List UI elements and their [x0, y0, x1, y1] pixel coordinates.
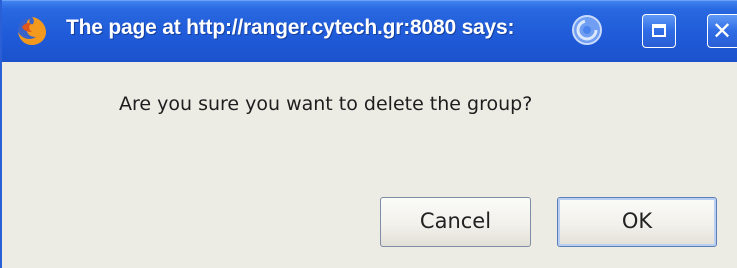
- confirm-dialog: The page at http://ranger.cytech.gr:8080…: [0, 0, 737, 268]
- close-icon: ✕: [712, 17, 733, 45]
- loading-spinner-icon: [572, 15, 602, 45]
- close-button[interactable]: ✕: [707, 14, 737, 48]
- maximize-icon: [652, 24, 666, 37]
- cancel-button[interactable]: Cancel: [380, 197, 531, 247]
- ok-button[interactable]: OK: [557, 197, 717, 247]
- firefox-icon: [18, 17, 46, 45]
- maximize-button[interactable]: [642, 14, 676, 48]
- dialog-title: The page at http://ranger.cytech.gr:8080…: [66, 16, 515, 39]
- title-bar[interactable]: The page at http://ranger.cytech.gr:8080…: [2, 0, 737, 62]
- dialog-message: Are you sure you want to delete the grou…: [119, 93, 533, 115]
